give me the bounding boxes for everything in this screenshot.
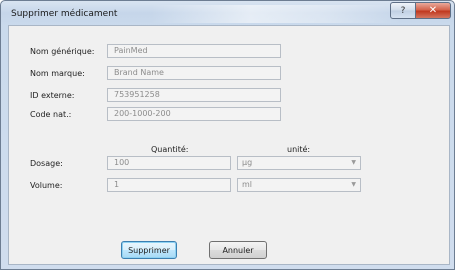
help-icon: ?: [400, 5, 406, 16]
dialog-window: Supprimer médicament ? ✕ Nom générique: …: [0, 0, 455, 270]
dosage-unit-value: µg: [242, 158, 253, 167]
window-title: Supprimer médicament: [11, 9, 118, 19]
unit-header: unité:: [287, 145, 311, 154]
chevron-down-icon: ▼: [351, 181, 356, 188]
nat-code-field[interactable]: 200-1000-200: [107, 107, 281, 121]
title-bar-glare: [151, 5, 401, 23]
chevron-down-icon: ▼: [351, 159, 356, 166]
dosage-quantity-field[interactable]: 100: [107, 156, 231, 170]
brand-name-label: Nom marque:: [30, 69, 85, 78]
cancel-button[interactable]: Annuler: [209, 241, 267, 259]
generic-name-field[interactable]: PainMed: [107, 44, 281, 58]
close-button[interactable]: ✕: [415, 2, 451, 19]
dosage-label: Dosage:: [30, 159, 63, 168]
volume-quantity-field[interactable]: 1: [107, 178, 231, 192]
brand-name-field[interactable]: Brand Name: [107, 66, 281, 80]
external-id-label: ID externe:: [30, 91, 75, 100]
volume-unit-value: ml: [242, 180, 253, 189]
quantity-header: Quantité:: [151, 145, 189, 154]
volume-label: Volume:: [30, 181, 63, 190]
close-icon: ✕: [428, 5, 438, 16]
help-button[interactable]: ?: [390, 2, 416, 19]
generic-name-label: Nom générique:: [30, 47, 95, 56]
external-id-field[interactable]: 753951258: [107, 88, 281, 102]
volume-unit-select[interactable]: ml ▼: [237, 178, 361, 192]
nat-code-label: Code nat.:: [30, 110, 72, 119]
delete-button[interactable]: Supprimer: [121, 241, 177, 259]
dosage-unit-select[interactable]: µg ▼: [237, 156, 361, 170]
dialog-content: Nom générique: PainMed Nom marque: Brand…: [8, 25, 450, 265]
